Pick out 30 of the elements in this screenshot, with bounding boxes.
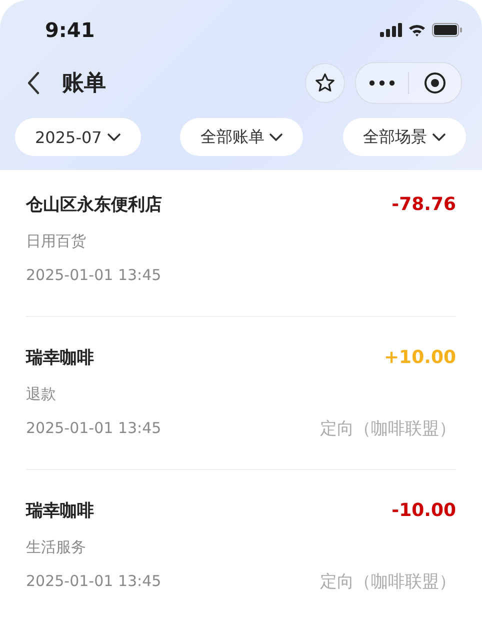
more-icon bbox=[369, 80, 395, 86]
star-icon bbox=[314, 72, 336, 94]
category-label: 生活服务 bbox=[26, 538, 86, 556]
merchant-name: 瑞幸咖啡 bbox=[26, 346, 94, 368]
amount: -78.76 bbox=[392, 194, 456, 214]
scene-tag: 定向（咖啡联盟） bbox=[320, 416, 456, 440]
scene-tag: 定向（咖啡联盟） bbox=[320, 570, 456, 592]
filter-dropdown[interactable]: 全部场景 bbox=[342, 118, 466, 156]
transaction-time: 2025-01-01 13:45 bbox=[26, 419, 162, 437]
signal-icon bbox=[380, 23, 402, 37]
target-icon bbox=[424, 72, 446, 94]
favorite-button[interactable] bbox=[305, 63, 345, 103]
chevron-down-icon bbox=[432, 132, 446, 142]
page-title: 账单 bbox=[62, 70, 106, 98]
amount: +10.00 bbox=[384, 346, 456, 368]
category-label: 日用百货 bbox=[26, 232, 86, 250]
back-icon bbox=[26, 71, 40, 95]
wifi-icon bbox=[408, 23, 426, 37]
battery-icon bbox=[432, 23, 462, 37]
filter-dropdown[interactable]: 2025-07 bbox=[15, 118, 141, 156]
transaction-time: 2025-01-01 13:45 bbox=[26, 266, 162, 284]
status-time: 9:41 bbox=[45, 18, 95, 42]
amount: -10.00 bbox=[392, 500, 456, 520]
transaction-time: 2025-01-01 13:45 bbox=[26, 572, 162, 590]
merchant-name: 瑞幸咖啡 bbox=[26, 500, 94, 522]
filter-dropdown[interactable]: 全部账单 bbox=[180, 118, 304, 156]
merchant-name: 仓山区永东便利店 bbox=[26, 194, 162, 216]
chevron-down-icon bbox=[269, 132, 284, 142]
category-label: 退款 bbox=[26, 384, 56, 404]
chevron-down-icon bbox=[106, 132, 121, 142]
